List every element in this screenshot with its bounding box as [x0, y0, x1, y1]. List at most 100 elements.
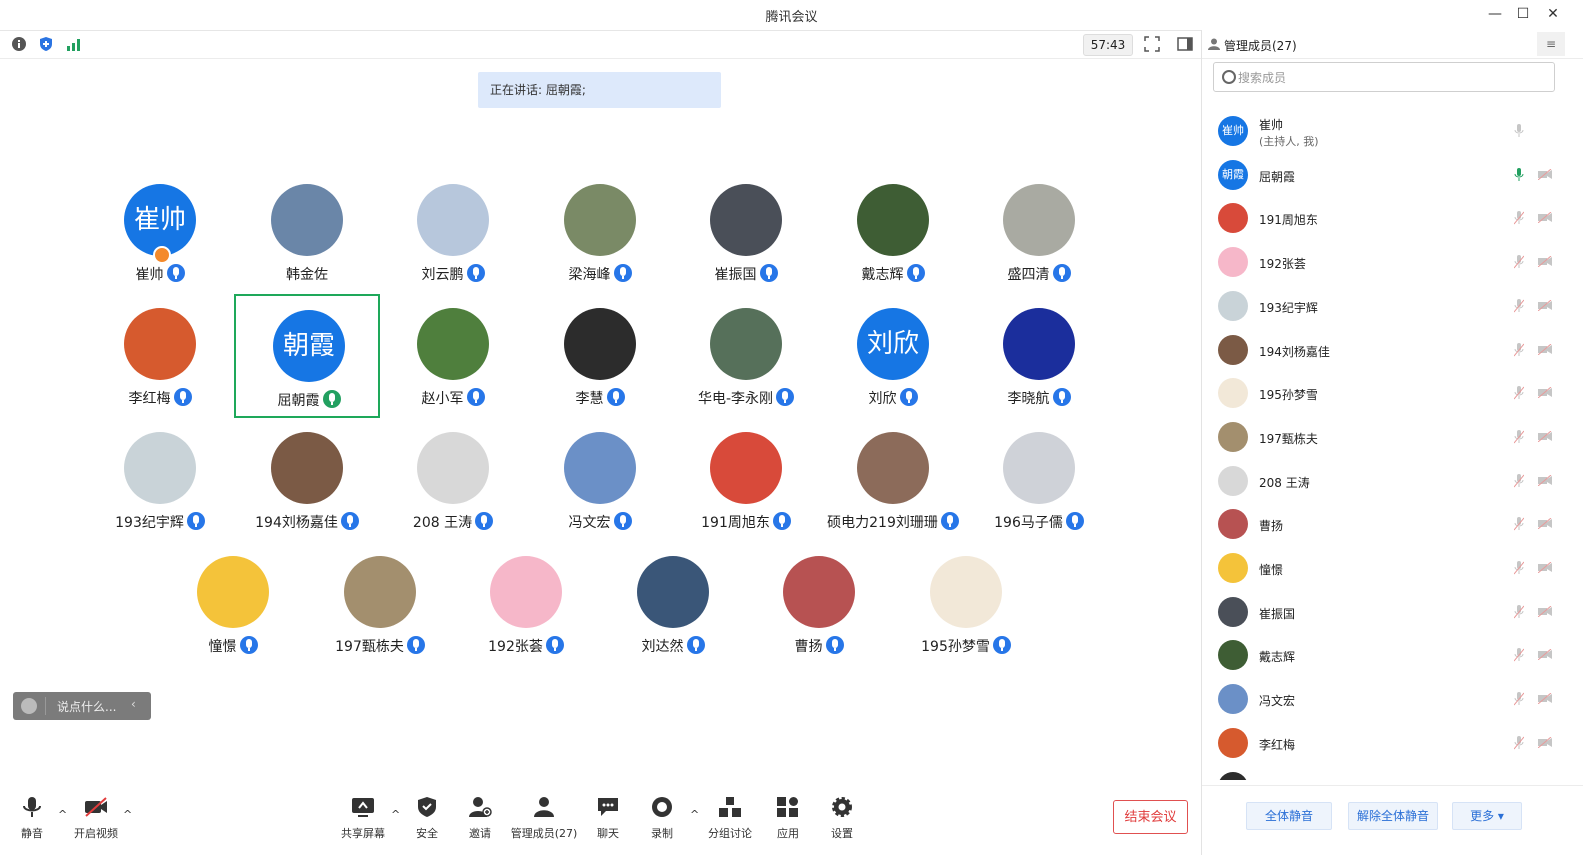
more-button[interactable]: 更多 ▾ — [1452, 802, 1522, 830]
participant-tile[interactable]: 冯文宏 — [527, 418, 673, 542]
video-off-icon[interactable] — [1538, 562, 1552, 573]
microphone-muted-icon[interactable] — [1514, 561, 1524, 575]
video-off-icon[interactable] — [1538, 256, 1552, 268]
microphone-muted-icon[interactable] — [1514, 735, 1524, 750]
microphone-muted-icon[interactable] — [1514, 648, 1524, 662]
member-list-item[interactable]: 戴志辉 — [1202, 634, 1568, 677]
participant-tile[interactable]: 194刘杨嘉佳 — [234, 418, 380, 542]
member-list-item[interactable]: 曹扬 — [1202, 503, 1568, 546]
microphone-muted-icon[interactable] — [1514, 386, 1524, 400]
participant-tile[interactable]: 刘达然 — [600, 542, 746, 666]
microphone-muted-icon[interactable] — [1514, 779, 1524, 781]
member-list-item[interactable]: 191周旭东 — [1202, 197, 1568, 240]
layout-icon[interactable] — [1177, 36, 1193, 52]
microphone-muted-icon[interactable] — [1514, 342, 1524, 357]
chevron-up-icon[interactable]: ^ — [58, 808, 67, 821]
settings-button[interactable]: 设置 — [826, 796, 858, 841]
chevron-left-icon[interactable]: ‹ — [131, 697, 136, 711]
video-off-icon[interactable] — [1538, 649, 1552, 661]
apps-button[interactable]: 应用 — [772, 796, 804, 841]
chevron-up-icon[interactable]: ^ — [690, 808, 699, 821]
participant-tile[interactable]: 李慧 — [527, 294, 673, 418]
unmute-all-button[interactable]: 解除全体静音 — [1348, 802, 1438, 830]
signal-icon[interactable] — [66, 36, 82, 52]
chat-input[interactable]: 说点什么... ‹ — [13, 692, 151, 720]
microphone-muted-icon[interactable] — [1514, 692, 1524, 706]
start-video-button[interactable]: 开启视频 — [70, 796, 122, 841]
manage-members-button[interactable]: 管理成员(27) — [508, 796, 580, 841]
microphone-muted-icon[interactable] — [1514, 604, 1524, 619]
participant-tile[interactable]: 193纪宇辉 — [87, 418, 233, 542]
participant-tile[interactable]: 崔帅 崔帅 — [87, 170, 233, 294]
member-search-input[interactable]: 搜索成员 — [1213, 62, 1555, 92]
participant-tile[interactable]: 李红梅 — [87, 294, 233, 418]
participant-tile[interactable]: 196马子儒 — [966, 418, 1112, 542]
invite-button[interactable]: 邀请 — [462, 796, 498, 841]
share-screen-button[interactable]: 共享屏幕 — [338, 796, 388, 841]
member-list-item[interactable]: 崔帅 崔帅 (主持人, 我) — [1202, 110, 1568, 153]
participant-tile[interactable]: 曹扬 — [746, 542, 892, 666]
participant-tile[interactable]: 赵小军 — [380, 294, 526, 418]
participant-tile[interactable]: 192张荟 — [453, 542, 599, 666]
participant-tile[interactable]: 硕电力219刘珊珊 — [820, 418, 966, 542]
security-button[interactable]: 安全 — [410, 796, 444, 841]
member-list-item[interactable]: 197甄栋夫 — [1202, 416, 1568, 459]
microphone-muted-icon[interactable] — [1514, 429, 1524, 444]
video-off-icon[interactable] — [1538, 693, 1552, 705]
member-list-item[interactable]: 208 王涛 — [1202, 460, 1568, 503]
microphone-icon[interactable] — [1514, 167, 1524, 182]
microphone-muted-icon[interactable] — [1514, 255, 1524, 269]
participant-tile[interactable]: 195孙梦雪 — [893, 542, 1039, 666]
participant-tile[interactable]: 刘云鹏 — [380, 170, 526, 294]
breakout-button[interactable]: 分组讨论 — [704, 796, 756, 841]
member-list-item[interactable]: 192张荟 — [1202, 241, 1568, 284]
chat-button[interactable]: 聊天 — [592, 796, 624, 841]
participant-tile[interactable]: 197甄栋夫 — [307, 542, 453, 666]
mute-all-button[interactable]: 全体静音 — [1246, 802, 1332, 830]
video-off-icon[interactable] — [1538, 299, 1552, 311]
participant-tile[interactable]: 盛四清 — [966, 170, 1112, 294]
microphone-muted-icon[interactable] — [1514, 211, 1524, 225]
microphone-muted-icon[interactable] — [1514, 517, 1524, 531]
menu-icon[interactable]: ≡ — [1537, 32, 1565, 56]
video-off-icon[interactable] — [1538, 343, 1552, 355]
participant-tile[interactable]: 梁海峰 — [527, 170, 673, 294]
member-list-item[interactable]: 李慧 — [1202, 766, 1568, 781]
chevron-up-icon[interactable]: ^ — [391, 808, 400, 821]
chevron-up-icon[interactable]: ^ — [123, 808, 132, 821]
member-list-item[interactable]: 195孙梦雪 — [1202, 372, 1568, 415]
participant-tile[interactable]: 刘欣 刘欣 — [820, 294, 966, 418]
participant-tile[interactable]: 191周旭东 — [673, 418, 819, 542]
member-list-item[interactable]: 朝霞 屈朝霞 — [1202, 154, 1568, 197]
info-icon[interactable] — [11, 36, 27, 52]
fullscreen-icon[interactable] — [1144, 36, 1160, 52]
member-list-item[interactable]: 崔振国 — [1202, 591, 1568, 634]
participant-tile[interactable]: 韩金佐 — [234, 170, 380, 294]
member-list-item[interactable]: 憧憬 — [1202, 547, 1568, 590]
shield-icon[interactable] — [38, 36, 54, 52]
member-list-item[interactable]: 194刘杨嘉佳 — [1202, 329, 1568, 372]
video-off-icon[interactable] — [1538, 736, 1552, 748]
maximize-icon[interactable]: ☐ — [1510, 4, 1536, 24]
participant-tile[interactable]: 朝霞 屈朝霞 — [234, 294, 380, 418]
video-off-icon[interactable] — [1538, 474, 1552, 486]
microphone-muted-icon[interactable] — [1514, 298, 1524, 313]
participant-tile[interactable]: 华电-李永刚 — [673, 294, 819, 418]
member-list-item[interactable]: 李红梅 — [1202, 722, 1568, 765]
mute-button[interactable]: 静音 — [16, 796, 48, 841]
video-off-icon[interactable] — [1538, 387, 1552, 399]
video-off-icon[interactable] — [1538, 518, 1552, 530]
video-off-icon[interactable] — [1538, 212, 1552, 224]
participant-tile[interactable]: 戴志辉 — [820, 170, 966, 294]
minimize-icon[interactable]: — — [1482, 4, 1508, 24]
video-off-icon[interactable] — [1538, 605, 1552, 617]
video-off-icon[interactable] — [1538, 168, 1552, 180]
end-meeting-button[interactable]: 结束会议 — [1113, 800, 1188, 834]
member-list-item[interactable]: 193纪宇辉 — [1202, 285, 1568, 328]
close-icon[interactable]: ✕ — [1540, 4, 1566, 24]
member-list-item[interactable]: 冯文宏 — [1202, 678, 1568, 721]
participant-tile[interactable]: 崔振国 — [673, 170, 819, 294]
microphone-muted-icon[interactable] — [1514, 124, 1524, 138]
participant-tile[interactable]: 憧憬 — [160, 542, 306, 666]
video-off-icon[interactable] — [1538, 430, 1552, 442]
